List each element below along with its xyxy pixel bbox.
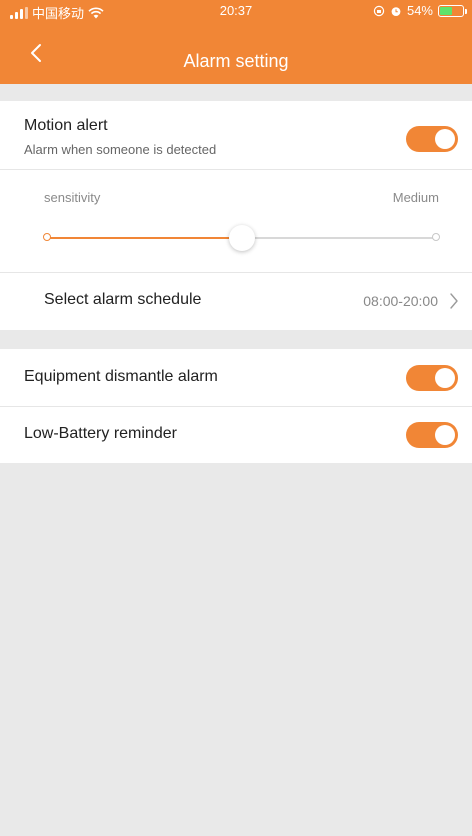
battery-level-fill: [440, 6, 452, 15]
sensitivity-min-marker: [43, 233, 51, 241]
alarm-schedule-row[interactable]: Select alarm schedule 08:00-20:00: [0, 273, 472, 330]
sensitivity-value: Medium: [392, 190, 439, 205]
motion-alert-toggle[interactable]: [406, 126, 458, 152]
toggle-knob: [435, 425, 455, 445]
battery-charging-icon: [438, 4, 467, 17]
divider: [0, 169, 472, 170]
motion-alert-subtitle: Alarm when someone is detected: [24, 142, 217, 157]
low-battery-toggle[interactable]: [406, 422, 458, 448]
app-header: 中国移动 20:37 54% Alarm setting: [0, 0, 472, 84]
sensitivity-max-marker: [432, 233, 440, 241]
toggle-knob: [435, 129, 455, 149]
sensitivity-label: sensitivity: [44, 190, 101, 205]
divider: [0, 406, 472, 407]
equipment-dismantle-toggle[interactable]: [406, 365, 458, 391]
motion-alert-title: Motion alert: [24, 117, 108, 134]
sensitivity-track-empty: [241, 237, 436, 239]
orientation-lock-icon: [373, 5, 385, 16]
nav-bar: Alarm setting: [0, 22, 472, 84]
alarm-schedule-label: Select alarm schedule: [44, 291, 202, 308]
battery-percent: 54%: [406, 3, 433, 18]
status-right: 54%: [373, 3, 467, 18]
alarm-icon: [391, 6, 401, 16]
equipment-dismantle-label: Equipment dismantle alarm: [24, 368, 218, 385]
page-title: Alarm setting: [183, 51, 289, 71]
status-bar: 中国移动 20:37 54%: [0, 0, 472, 22]
chevron-right-icon: [450, 293, 458, 309]
low-battery-label: Low-Battery reminder: [24, 425, 177, 442]
toggle-knob: [435, 368, 455, 388]
sensitivity-track-filled: [47, 237, 242, 239]
alarm-schedule-value: 08:00-20:00: [363, 293, 438, 309]
sensitivity-slider-thumb[interactable]: [228, 225, 255, 251]
